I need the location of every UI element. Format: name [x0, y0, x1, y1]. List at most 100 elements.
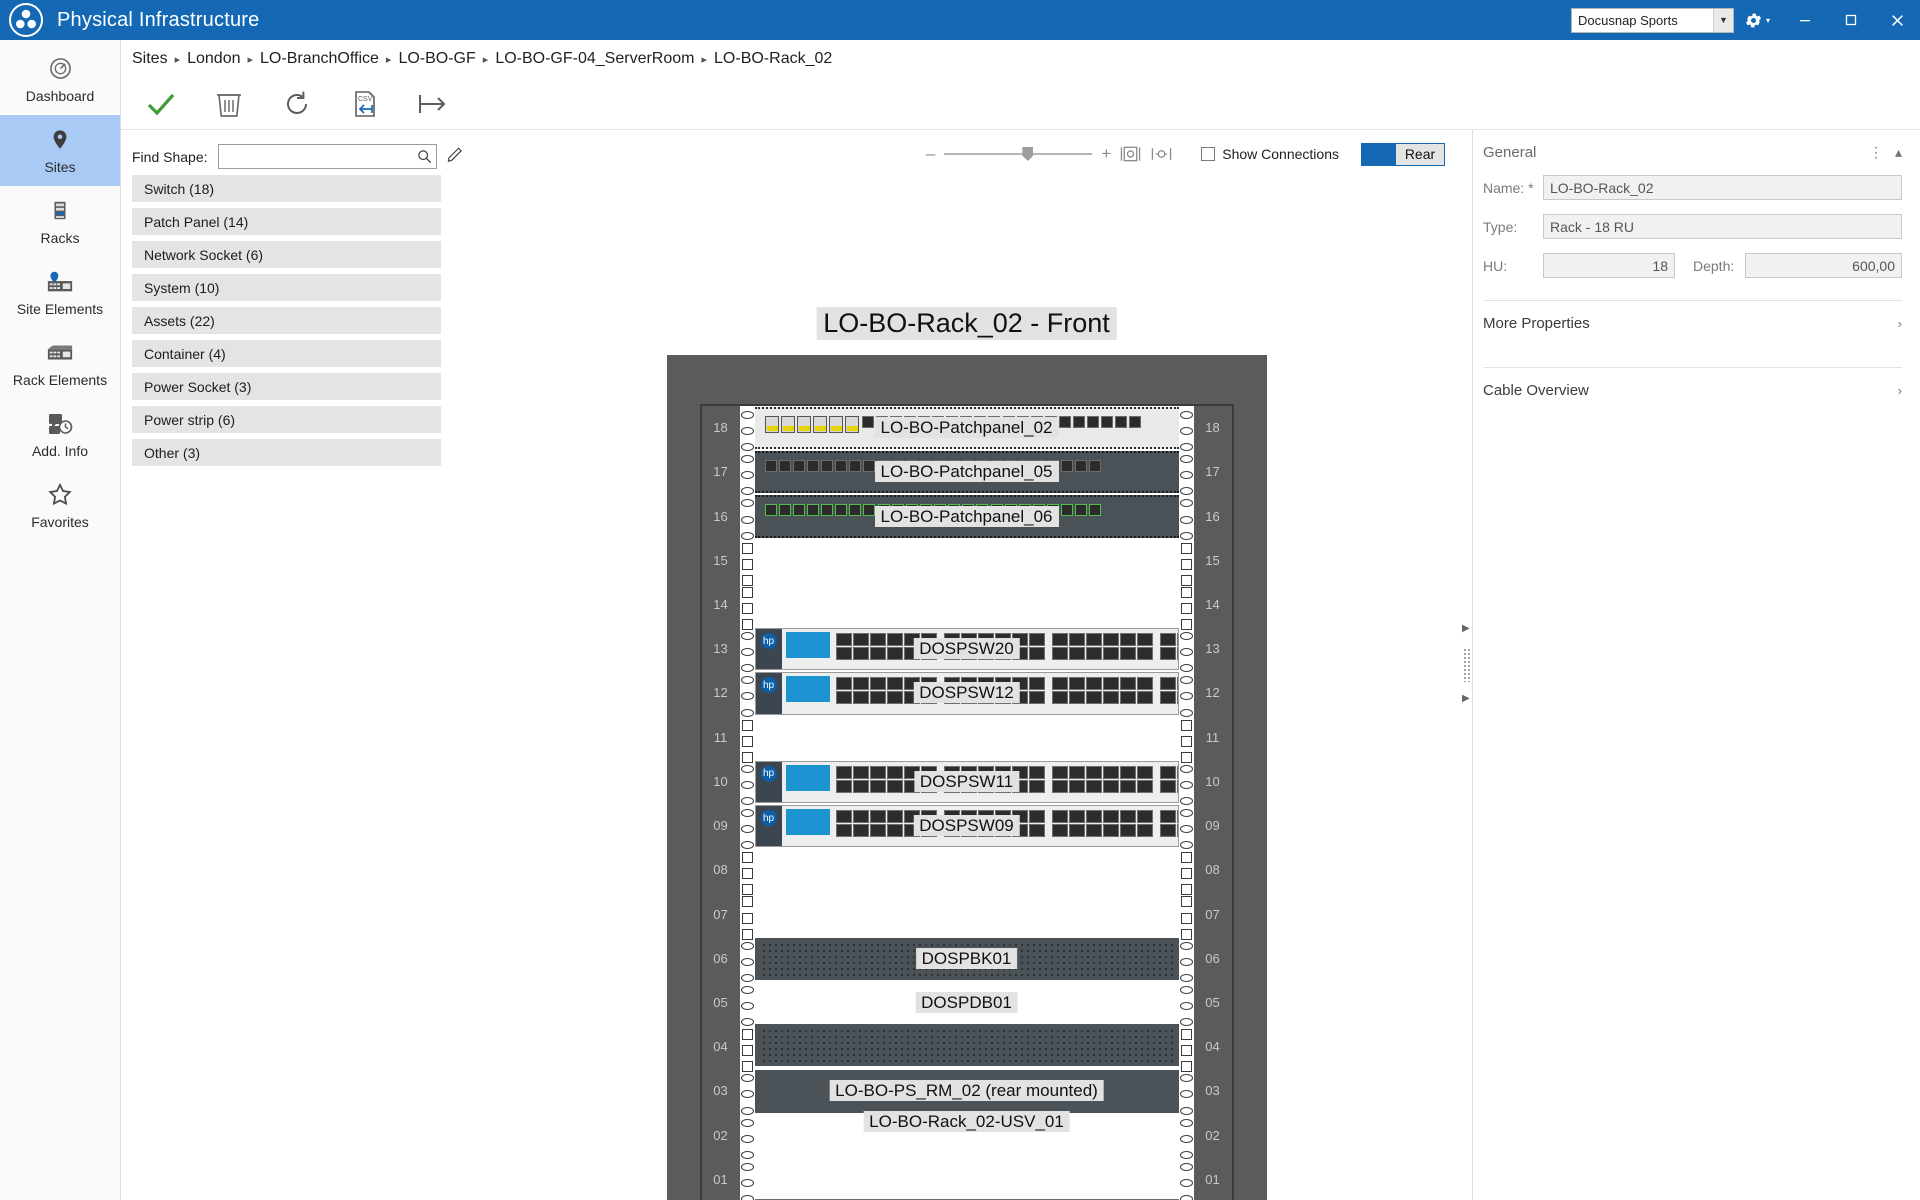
- sidebar-item-rack-elements[interactable]: Rack Elements: [0, 328, 120, 399]
- shape-group-power-strip[interactable]: Power strip (6): [132, 406, 441, 433]
- port[interactable]: [835, 691, 852, 705]
- type-field[interactable]: Rack - 18 RU: [1543, 214, 1902, 239]
- shape-group-container[interactable]: Container (4): [132, 340, 441, 367]
- port[interactable]: [835, 810, 852, 823]
- port[interactable]: [1119, 691, 1136, 705]
- port[interactable]: [1159, 810, 1176, 823]
- port[interactable]: [1028, 810, 1045, 823]
- breadcrumb-item-lo-bo-rack-02[interactable]: LO-BO-Rack_02: [714, 50, 832, 68]
- zoom-slider[interactable]: [944, 147, 1093, 161]
- shape-group-power-socket[interactable]: Power Socket (3): [132, 373, 441, 400]
- port[interactable]: [886, 677, 903, 691]
- port[interactable]: [1085, 647, 1102, 661]
- port[interactable]: [835, 647, 852, 661]
- port[interactable]: [1051, 691, 1068, 705]
- port[interactable]: [806, 504, 819, 517]
- minimize-button[interactable]: [1782, 0, 1828, 40]
- port[interactable]: [1159, 677, 1176, 691]
- port[interactable]: [1102, 691, 1119, 705]
- port[interactable]: [848, 460, 861, 473]
- port[interactable]: [1085, 677, 1102, 691]
- port[interactable]: [844, 416, 859, 433]
- kebab-menu-icon[interactable]: ⋮: [1869, 144, 1883, 161]
- port[interactable]: [1102, 765, 1119, 779]
- port[interactable]: [1068, 633, 1085, 647]
- port[interactable]: [1102, 677, 1119, 691]
- port[interactable]: [792, 504, 805, 517]
- port[interactable]: [1119, 824, 1136, 837]
- port[interactable]: [1136, 810, 1153, 823]
- port[interactable]: [869, 824, 886, 837]
- splitter-collapse-icon[interactable]: ▶: [1462, 623, 1470, 634]
- port[interactable]: [834, 460, 847, 473]
- port[interactable]: [1085, 633, 1102, 647]
- show-connections-toggle[interactable]: Show Connections: [1201, 146, 1339, 162]
- port[interactable]: [886, 691, 903, 705]
- port[interactable]: [1136, 691, 1153, 705]
- chevron-up-icon[interactable]: ▴: [1895, 144, 1902, 161]
- port[interactable]: [835, 824, 852, 837]
- port[interactable]: [1028, 824, 1045, 837]
- breadcrumb-item-sites[interactable]: Sites: [132, 50, 168, 68]
- delete-button[interactable]: [207, 83, 251, 125]
- port[interactable]: [852, 765, 869, 779]
- port[interactable]: [852, 691, 869, 705]
- port[interactable]: [852, 633, 869, 647]
- port[interactable]: [835, 633, 852, 647]
- port[interactable]: [1136, 779, 1153, 793]
- refresh-button[interactable]: [275, 83, 319, 125]
- splitter-grip[interactable]: [1463, 648, 1470, 682]
- port[interactable]: [1060, 504, 1073, 517]
- minus-icon[interactable]: –: [926, 144, 935, 164]
- port[interactable]: [1088, 504, 1101, 517]
- breadcrumb-item-serverroom[interactable]: LO-BO-GF-04_ServerRoom: [495, 50, 694, 68]
- breadcrumb-item-london[interactable]: London: [187, 50, 240, 68]
- port[interactable]: [1128, 416, 1141, 428]
- find-shape-box[interactable]: [217, 144, 437, 169]
- port[interactable]: [852, 810, 869, 823]
- port[interactable]: [820, 504, 833, 517]
- splitter-expand-icon[interactable]: ▶: [1462, 693, 1470, 704]
- port[interactable]: [1159, 779, 1176, 793]
- port[interactable]: [1100, 416, 1113, 428]
- magnifier-icon[interactable]: [414, 145, 436, 168]
- port[interactable]: [869, 779, 886, 793]
- port[interactable]: [1060, 460, 1073, 473]
- port[interactable]: [1028, 691, 1045, 705]
- zoom-slider-thumb[interactable]: [1022, 147, 1034, 161]
- port[interactable]: [886, 779, 903, 793]
- port[interactable]: [1159, 647, 1176, 661]
- front-rear-toggle-button[interactable]: Rear: [1361, 142, 1445, 166]
- port[interactable]: [1102, 779, 1119, 793]
- port[interactable]: [1085, 691, 1102, 705]
- port[interactable]: [1068, 824, 1085, 837]
- port[interactable]: [1028, 677, 1045, 691]
- port[interactable]: [861, 416, 874, 428]
- port[interactable]: [764, 416, 779, 433]
- port[interactable]: [780, 416, 795, 433]
- pencil-icon[interactable]: [447, 146, 464, 168]
- port[interactable]: [886, 824, 903, 837]
- port[interactable]: [1028, 779, 1045, 793]
- port[interactable]: [778, 504, 791, 517]
- port[interactable]: [869, 647, 886, 661]
- shape-group-switch[interactable]: Switch (18): [132, 175, 441, 202]
- port[interactable]: [1068, 765, 1085, 779]
- port[interactable]: [852, 779, 869, 793]
- rack-canvas[interactable]: LO-BO-Rack_02 - Front 18 17 16 15 14 13 12 11 10…: [471, 130, 1462, 1200]
- port[interactable]: [1102, 647, 1119, 661]
- port[interactable]: [886, 765, 903, 779]
- port[interactable]: [1119, 677, 1136, 691]
- port[interactable]: [764, 460, 777, 473]
- port[interactable]: [1068, 677, 1085, 691]
- sidebar-item-dashboard[interactable]: Dashboard: [0, 44, 120, 115]
- port[interactable]: [862, 504, 875, 517]
- database-select[interactable]: Docusnap Sports ▼: [1570, 7, 1734, 33]
- port[interactable]: [1086, 416, 1099, 428]
- port[interactable]: [852, 647, 869, 661]
- name-field[interactable]: LO-BO-Rack_02: [1543, 175, 1902, 200]
- port[interactable]: [792, 460, 805, 473]
- port[interactable]: [1159, 765, 1176, 779]
- port[interactable]: [869, 765, 886, 779]
- port[interactable]: [1085, 765, 1102, 779]
